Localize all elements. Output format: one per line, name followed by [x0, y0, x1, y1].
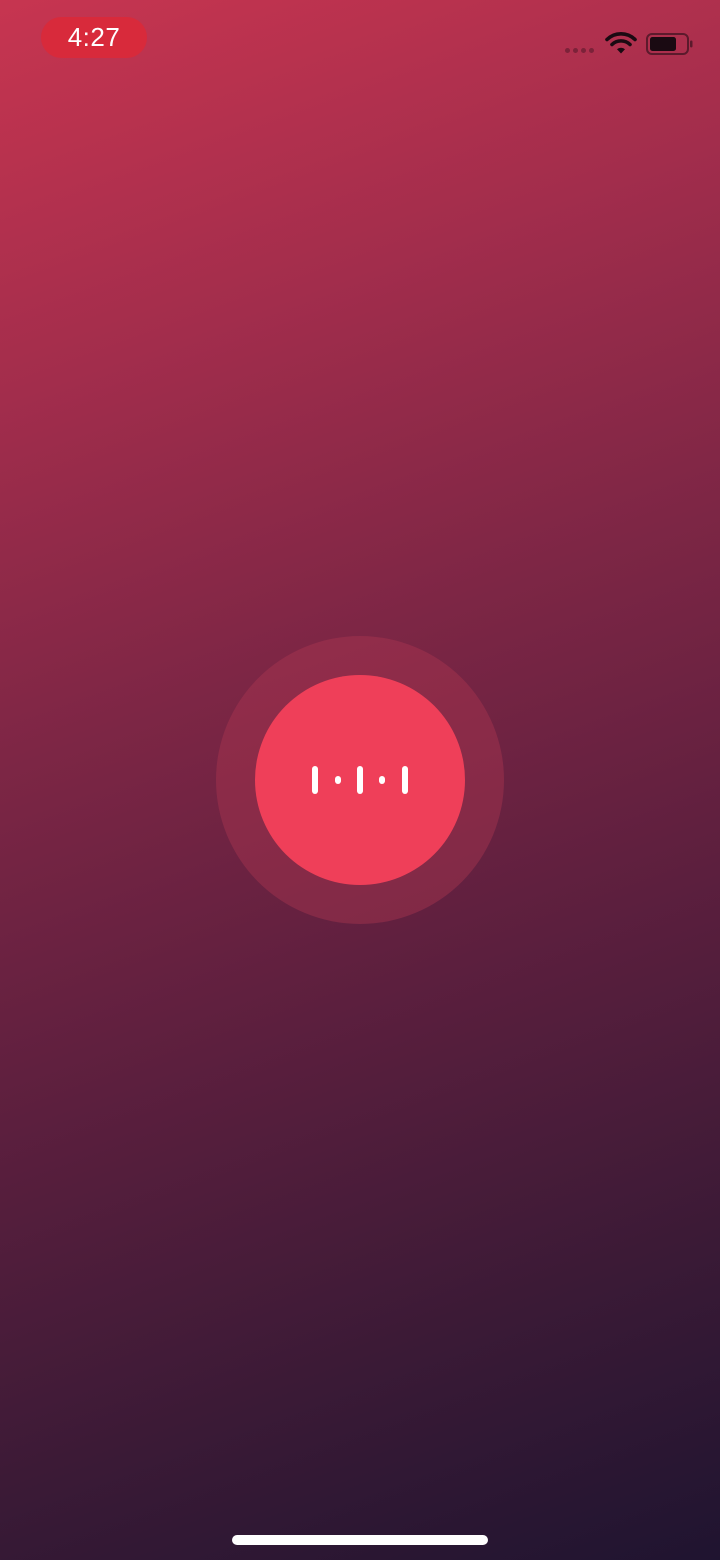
- time-pill[interactable]: 4:27: [41, 17, 147, 58]
- status-bar: 4:27: [0, 0, 720, 80]
- wifi-icon: [605, 32, 637, 54]
- home-indicator[interactable]: [232, 1535, 488, 1545]
- waveform-icon: [312, 766, 408, 794]
- cellular-signal-searching-icon: [565, 48, 594, 53]
- battery-icon: [646, 33, 693, 55]
- status-time: 4:27: [67, 22, 121, 52]
